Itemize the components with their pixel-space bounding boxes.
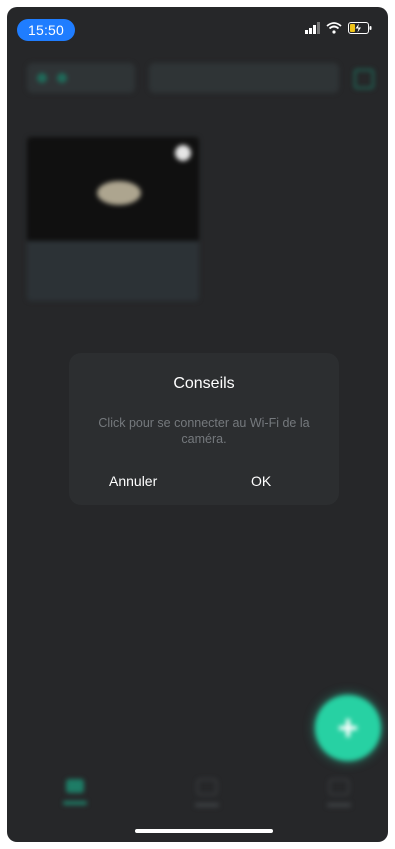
battery-charging-icon (348, 22, 372, 34)
cancel-button[interactable]: Annuler (109, 473, 157, 489)
home-icon (66, 779, 84, 793)
tab-home-label (63, 801, 87, 805)
search-input[interactable] (149, 63, 339, 93)
add-device-button[interactable] (315, 695, 381, 761)
top-toolbar (7, 63, 388, 97)
cloud-icon (197, 779, 217, 795)
camera-preview-object (97, 181, 141, 205)
toolbar-filter-group[interactable] (27, 63, 135, 93)
tab-profile-label (327, 803, 351, 807)
camera-badge-icon (175, 145, 191, 161)
tab-profile[interactable] (319, 777, 359, 817)
tab-home[interactable] (55, 777, 95, 817)
phone-screen: 15:50 Conseils Click pour se connecter a… (7, 7, 388, 842)
tab-cloud-label (195, 803, 219, 807)
filter-icon (57, 73, 67, 83)
section-header (27, 111, 374, 127)
filter-icon (37, 73, 47, 83)
user-icon (329, 779, 349, 795)
tab-bar (7, 777, 388, 827)
tips-dialog: Conseils Click pour se connecter au Wi-F… (69, 353, 339, 505)
grid-view-icon[interactable] (354, 69, 374, 89)
tab-cloud[interactable] (187, 777, 227, 817)
home-indicator[interactable] (135, 829, 273, 833)
ok-button[interactable]: OK (251, 473, 271, 489)
dialog-message: Click pour se connecter au Wi-Fi de la c… (98, 416, 310, 446)
wifi-icon (326, 22, 342, 34)
signal-icon (305, 22, 320, 34)
camera-card[interactable] (27, 137, 199, 301)
status-time: 15:50 (17, 19, 75, 41)
status-icons (305, 22, 372, 34)
dialog-title: Conseils (173, 375, 235, 392)
status-bar: 15:50 (7, 7, 388, 51)
camera-thumbnail (27, 137, 199, 241)
